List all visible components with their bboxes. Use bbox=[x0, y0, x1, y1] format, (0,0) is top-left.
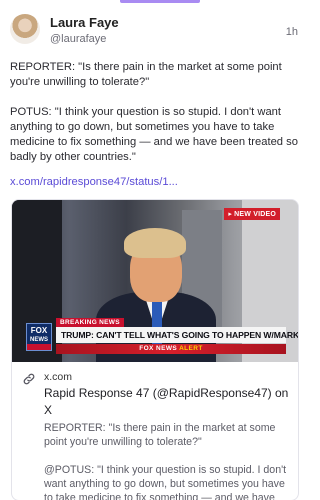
post-timestamp[interactable]: 1h bbox=[286, 26, 298, 38]
logo-top: FOX bbox=[30, 326, 48, 335]
top-accent-bar bbox=[120, 0, 200, 3]
preview-paragraph: @POTUS: "I think your question is so stu… bbox=[44, 464, 287, 500]
link-card[interactable]: ▸ NEW VIDEO FOX NEWS BREAKING NEWS TRUMP:… bbox=[11, 199, 299, 500]
logo-bottom: NEWS bbox=[30, 337, 48, 343]
link-preview[interactable]: x.com Rapid Response 47 (@RapidResponse4… bbox=[12, 362, 298, 500]
new-video-badge: ▸ NEW VIDEO bbox=[224, 208, 280, 220]
play-arrow-icon: ▸ bbox=[228, 211, 233, 218]
link-icon bbox=[23, 373, 35, 385]
post-paragraph: POTUS: "I think your question is so stup… bbox=[10, 106, 298, 163]
post-body: REPORTER: "Is there pain in the market a… bbox=[10, 60, 300, 180]
news-alert-bar: FOX NEWS ALERT bbox=[56, 344, 286, 354]
author-name[interactable]: Laura Faye bbox=[50, 15, 119, 30]
status-link[interactable]: x.com/rapidresponse47/status/1... bbox=[10, 176, 178, 188]
alert-prefix: FOX NEWS bbox=[139, 345, 178, 352]
post-header: Laura Faye @laurafaye 1h bbox=[10, 14, 298, 50]
news-headline: TRUMP: CAN'T TELL WHAT'S GOING TO HAPPEN… bbox=[56, 327, 298, 343]
avatar[interactable] bbox=[10, 14, 40, 44]
video-thumbnail[interactable]: ▸ NEW VIDEO FOX NEWS BREAKING NEWS TRUMP:… bbox=[12, 200, 298, 362]
preview-domain: x.com bbox=[44, 371, 73, 383]
breaking-news-tag: BREAKING NEWS bbox=[56, 318, 124, 327]
figure-hair bbox=[124, 228, 186, 258]
logo-stamp bbox=[27, 344, 51, 350]
news-network-logo: FOX NEWS bbox=[26, 323, 52, 351]
new-video-label: NEW VIDEO bbox=[234, 211, 276, 218]
preview-title[interactable]: Rapid Response 47 (@RapidResponse47) on … bbox=[44, 385, 290, 419]
author-handle[interactable]: @laurafaye bbox=[50, 33, 106, 45]
preview-description: REPORTER: "Is there pain in the market a… bbox=[44, 421, 290, 500]
post-paragraph: REPORTER: "Is there pain in the market a… bbox=[10, 61, 282, 88]
alert-word: ALERT bbox=[179, 345, 203, 352]
preview-paragraph: REPORTER: "Is there pain in the market a… bbox=[44, 422, 276, 448]
